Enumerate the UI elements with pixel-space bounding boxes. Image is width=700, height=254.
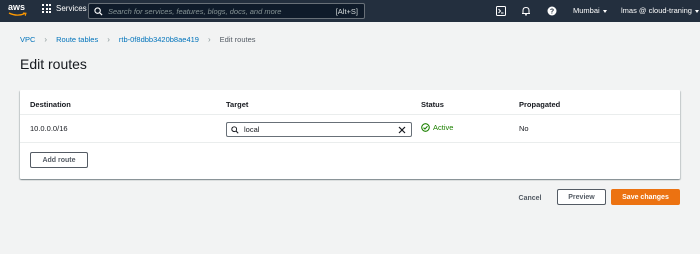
chevron-down-icon xyxy=(694,9,699,13)
preview-button[interactable]: Preview xyxy=(557,189,606,205)
search-placeholder: Search for services, features, blogs, do… xyxy=(108,6,282,16)
row-divider xyxy=(20,142,680,143)
header-divider xyxy=(20,114,680,115)
column-header-destination: Destination xyxy=(30,100,71,109)
services-menu-button[interactable]: Services xyxy=(42,4,87,13)
search-shortcut-hint: [Alt+S] xyxy=(335,6,358,16)
column-header-target: Target xyxy=(226,100,249,109)
account-menu[interactable]: lmas @ cloud-traning xyxy=(621,6,699,15)
cancel-button[interactable]: Cancel xyxy=(510,191,550,205)
aws-smile-icon xyxy=(8,12,27,16)
services-label: Services xyxy=(56,4,87,13)
bell-icon[interactable] xyxy=(519,4,533,18)
grid-icon xyxy=(42,4,51,13)
chevron-down-icon xyxy=(602,9,607,13)
route-status: Active xyxy=(421,123,453,132)
route-propagated: No xyxy=(519,124,529,133)
search-icon xyxy=(231,125,239,134)
routes-panel: Destination Target Status Propagated 10.… xyxy=(20,90,680,179)
breadcrumb-vpc[interactable]: VPC xyxy=(20,35,35,44)
check-circle-icon xyxy=(421,123,430,132)
cloudshell-icon[interactable] xyxy=(494,4,508,18)
search-icon xyxy=(94,6,103,16)
help-icon[interactable]: ? xyxy=(545,4,559,18)
breadcrumb-route-table-id[interactable]: rtb-0f8dbb3420b8ae419 xyxy=(119,35,199,44)
page-title: Edit routes xyxy=(20,56,87,72)
route-target-value: local xyxy=(244,125,260,134)
column-header-propagated: Propagated xyxy=(519,100,561,109)
column-header-status: Status xyxy=(421,100,444,109)
region-selector[interactable]: Mumbai xyxy=(573,6,607,15)
breadcrumb: VPC › Route tables › rtb-0f8dbb3420b8ae4… xyxy=(20,35,256,44)
account-label: lmas @ cloud-traning xyxy=(621,6,692,15)
aws-logo[interactable]: aws xyxy=(8,2,30,19)
top-navigation-bar: aws Services Search for services, featur… xyxy=(0,0,700,22)
global-search-input[interactable]: Search for services, features, blogs, do… xyxy=(88,3,365,19)
svg-text:?: ? xyxy=(550,9,554,16)
region-label: Mumbai xyxy=(573,6,600,15)
route-target-input[interactable]: local xyxy=(226,122,412,137)
chevron-right-icon: › xyxy=(207,35,211,44)
route-status-label: Active xyxy=(433,123,454,132)
breadcrumb-current: Edit routes xyxy=(219,35,256,44)
chevron-right-icon: › xyxy=(44,35,48,44)
aws-logo-text: aws xyxy=(8,2,26,12)
route-destination: 10.0.0.0/16 xyxy=(30,124,68,133)
chevron-right-icon: › xyxy=(107,35,110,44)
save-changes-button[interactable]: Save changes xyxy=(611,189,680,205)
add-route-button[interactable]: Add route xyxy=(30,152,88,168)
close-icon[interactable] xyxy=(398,126,406,134)
breadcrumb-route-tables[interactable]: Route tables xyxy=(56,35,98,44)
